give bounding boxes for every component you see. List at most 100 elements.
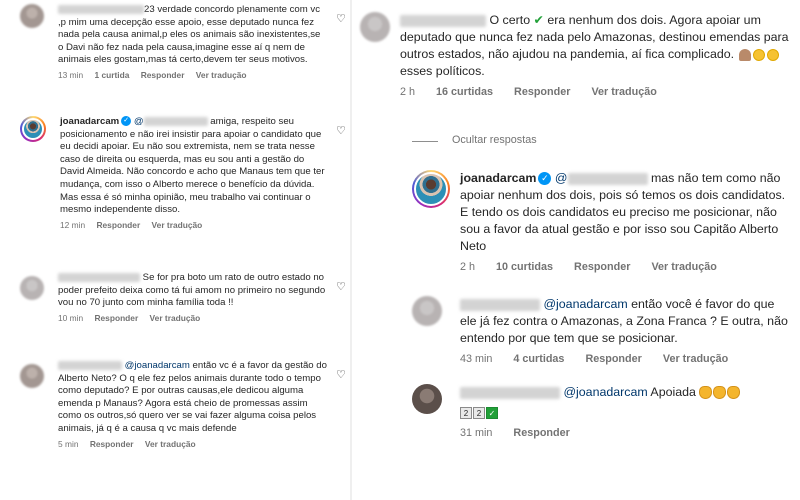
comment-meta: 5 min Responder Ver tradução xyxy=(58,439,328,449)
avatar[interactable] xyxy=(412,170,450,208)
comment-body: @joanadarcam então você é favor do que e… xyxy=(460,296,790,365)
comment-body: @joanadarcam então vc é a favor da gestã… xyxy=(58,360,328,449)
avatar[interactable] xyxy=(412,384,442,414)
comment-time: 12 min xyxy=(60,219,86,230)
comment-meta: 12 min Responder Ver tradução xyxy=(60,220,328,230)
blurred-username[interactable] xyxy=(58,360,122,370)
reply-button[interactable]: Responder xyxy=(574,261,630,273)
comment-item: 23 verdade concordo plenamente com vc ,p… xyxy=(20,4,346,80)
comment-meta: 2 h 10 curtidas Responder Ver tradução xyxy=(460,261,790,273)
mention-link[interactable]: @joanadarcam xyxy=(563,385,647,399)
blurred-username[interactable] xyxy=(460,298,540,311)
comment-body: O certo ✔ era nenhum dos dois. Agora apo… xyxy=(400,12,790,98)
blurred-username[interactable] xyxy=(58,272,140,282)
likes-count[interactable]: 16 curtidas xyxy=(436,86,493,98)
comment-item: Se for pra boto um rato de outro estado … xyxy=(20,272,346,323)
blurred-username[interactable] xyxy=(400,14,486,27)
comment-text: joanadarcam ✓ @ mas não tem como não apoi… xyxy=(460,171,786,253)
reply-button[interactable]: Responder xyxy=(90,439,134,449)
comment-text: O certo ✔ era nenhum dos dois. Agora apo… xyxy=(400,13,789,78)
heart-outline-icon[interactable]: ♡ xyxy=(336,280,346,293)
comment-meta: 31 min Responder xyxy=(460,427,790,439)
clapping-hands-emoji xyxy=(699,386,713,400)
comment-time: 13 min xyxy=(58,69,84,80)
comment-text: Se for pra boto um rato de outro estado … xyxy=(58,272,326,309)
translate-button[interactable]: Ver tradução xyxy=(651,261,716,273)
comment-meta: 10 min Responder Ver tradução xyxy=(58,313,328,323)
keycap-two-emoji: 2 xyxy=(473,406,485,419)
avatar[interactable] xyxy=(412,296,442,326)
comment-text: @joanadarcam então vc é a favor da gestã… xyxy=(58,360,327,434)
keycap-two-emoji: 2 xyxy=(460,406,472,419)
comment-text: joanadarcam ✓ @ amiga, respeito seu posic… xyxy=(60,116,325,216)
comment-meta: 13 min 1 curtida Responder Ver tradução xyxy=(58,70,328,80)
comment-text: @joanadarcam Apoiada xyxy=(460,384,790,401)
clapping-hands-emoji xyxy=(727,386,741,400)
heart-outline-icon[interactable]: ♡ xyxy=(336,368,346,381)
reply-item: joanadarcam ✓ @ mas não tem como não apoi… xyxy=(412,170,796,273)
likes-count[interactable]: 10 curtidas xyxy=(496,261,553,273)
reply-button[interactable]: Responder xyxy=(514,86,570,98)
reply-button[interactable]: Responder xyxy=(141,70,185,80)
mention-link[interactable]: @joanadarcam xyxy=(125,360,190,371)
comment-body: 23 verdade concordo plenamente com vc ,p… xyxy=(58,4,328,80)
comment-meta: 2 h 16 curtidas Responder Ver tradução xyxy=(400,86,790,98)
heart-outline-icon[interactable]: ♡ xyxy=(336,12,346,25)
heart-outline-icon[interactable]: ♡ xyxy=(336,124,346,137)
reply-button[interactable]: Responder xyxy=(513,427,569,439)
check-mark-button-emoji: ✓ xyxy=(486,406,498,419)
comment-item: @joanadarcam então vc é a favor da gestã… xyxy=(20,360,346,449)
translate-button[interactable]: Ver tradução xyxy=(152,220,203,230)
comment-body: Se for pra boto um rato de outro estado … xyxy=(58,272,328,323)
avatar[interactable] xyxy=(360,12,390,42)
facepalm-emoji xyxy=(738,48,751,61)
reply-button[interactable]: Responder xyxy=(585,353,641,365)
translate-button[interactable]: Ver tradução xyxy=(145,439,196,449)
verified-badge-icon: ✓ xyxy=(538,172,552,186)
blurred-mention[interactable] xyxy=(567,172,648,185)
reply-item: @joanadarcam então você é favor do que e… xyxy=(412,296,796,365)
likes-count[interactable]: 4 curtidas xyxy=(513,353,564,365)
blurred-mention[interactable] xyxy=(143,116,208,126)
comment-body: joanadarcam ✓ @ mas não tem como não apoi… xyxy=(460,170,790,273)
comment-item: O certo ✔ era nenhum dos dois. Agora apo… xyxy=(360,12,796,98)
reply-button[interactable]: Responder xyxy=(96,220,140,230)
avatar[interactable] xyxy=(20,4,44,28)
comment-time: 10 min xyxy=(58,312,84,323)
hide-replies-line xyxy=(412,141,438,142)
reply-item: @joanadarcam Apoiada 2 2 ✓ 31 min Responde… xyxy=(412,384,796,439)
comment-time: 2 h xyxy=(460,261,476,273)
username[interactable]: joanadarcam xyxy=(460,171,536,185)
mention-link[interactable]: @joanadarcam xyxy=(543,297,627,311)
blurred-username[interactable] xyxy=(460,386,560,399)
avatar[interactable] xyxy=(20,364,44,388)
translate-button[interactable]: Ver tradução xyxy=(663,353,728,365)
comment-body: @joanadarcam Apoiada 2 2 ✓ 31 min Responde… xyxy=(460,384,790,439)
right-comments-panel: O certo ✔ era nenhum dos dois. Agora apo… xyxy=(352,0,800,500)
comment-meta: 43 min 4 curtidas Responder Ver tradução xyxy=(460,353,790,365)
comment-text: 23 verdade concordo plenamente com vc ,p… xyxy=(58,4,321,66)
avatar[interactable] xyxy=(20,116,46,142)
comment-time: 5 min xyxy=(58,438,79,449)
reply-button[interactable]: Responder xyxy=(94,313,138,323)
comment-time: 31 min xyxy=(460,427,493,439)
verified-badge-icon: ✓ xyxy=(121,116,132,127)
comment-body: joanadarcam ✓ @ amiga, respeito seu posic… xyxy=(60,116,328,230)
blurred-username[interactable] xyxy=(58,4,144,14)
disappointed-face-emoji xyxy=(766,48,779,61)
hide-replies-button[interactable]: Ocultar respostas xyxy=(452,134,537,146)
comment-time: 2 h xyxy=(400,86,416,98)
likes-count[interactable]: 1 curtida xyxy=(94,70,129,80)
emoji-row: 2 2 ✓ xyxy=(460,404,790,421)
translate-button[interactable]: Ver tradução xyxy=(591,86,656,98)
translate-button[interactable]: Ver tradução xyxy=(150,313,201,323)
green-check-emoji: ✔ xyxy=(533,13,544,27)
avatar[interactable] xyxy=(20,276,44,300)
sad-face-emoji xyxy=(752,48,765,61)
comment-text: @joanadarcam então você é favor do que e… xyxy=(460,297,788,345)
username[interactable]: joanadarcam xyxy=(60,116,119,127)
comment-item: joanadarcam ✓ @ amiga, respeito seu posic… xyxy=(20,116,346,230)
translate-button[interactable]: Ver tradução xyxy=(196,70,247,80)
left-comments-panel: 23 verdade concordo plenamente com vc ,p… xyxy=(0,0,350,500)
comment-time: 43 min xyxy=(460,353,493,365)
